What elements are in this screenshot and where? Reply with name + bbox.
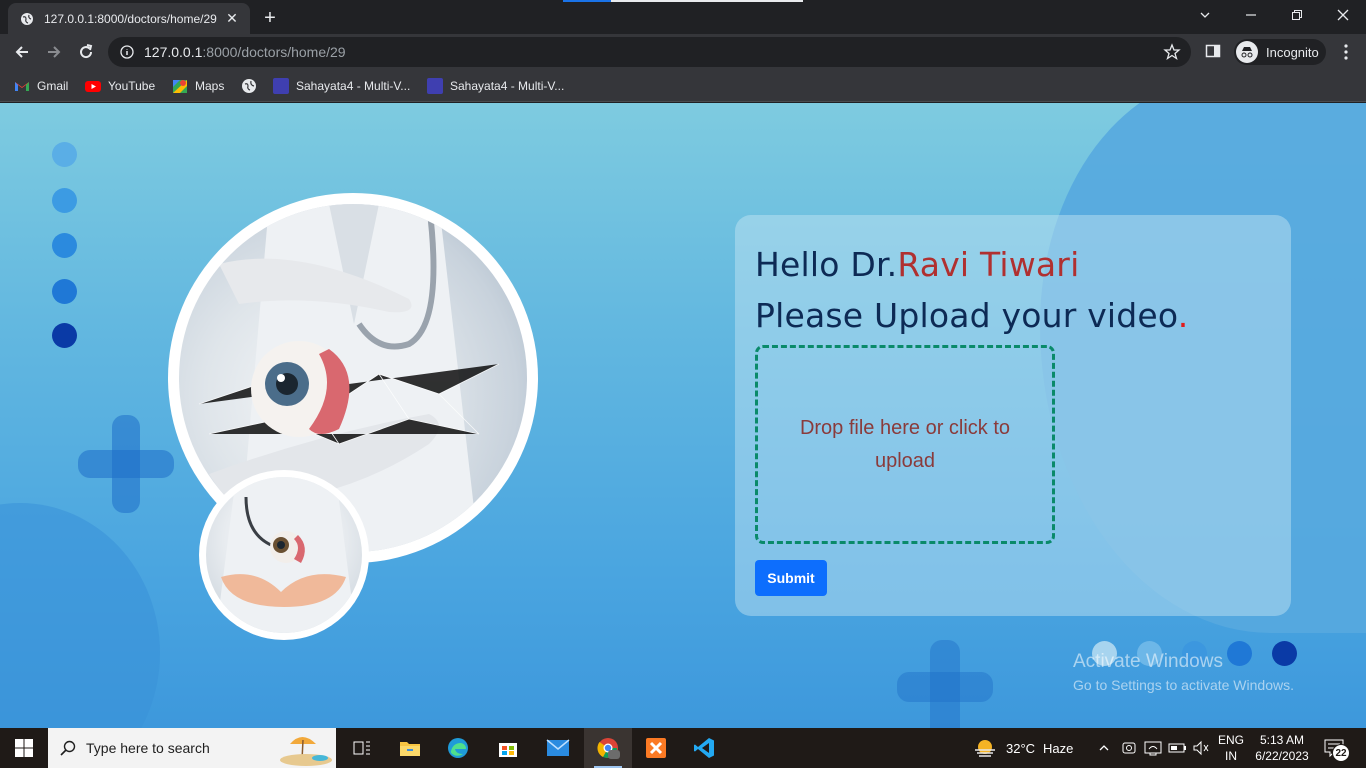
weather-temp: 32°C	[1006, 740, 1036, 756]
bookmark-label: Maps	[195, 79, 225, 93]
windows-taskbar: Type here to search 32°C Haze ENG IN 5:1…	[0, 728, 1366, 768]
bookmark-label: Gmail	[37, 79, 69, 93]
lang-region: IN	[1225, 749, 1237, 763]
microsoft-store-icon[interactable]	[484, 728, 532, 768]
mail-icon[interactable]	[534, 728, 582, 768]
search-highlight-icon	[272, 730, 332, 766]
sahayata-icon	[427, 78, 443, 94]
doctor-home-page: Hello Dr.Ravi Tiwari Please Upload your …	[0, 103, 1366, 728]
restore-icon[interactable]	[1274, 0, 1320, 30]
globe-icon	[241, 78, 257, 94]
upload-prompt: Please Upload your video	[755, 296, 1178, 335]
lang-code: ENG	[1217, 733, 1244, 747]
file-dropzone[interactable]: Drop file here or click to upload	[755, 345, 1055, 544]
search-icon	[60, 740, 76, 756]
back-arrow-icon[interactable]	[10, 40, 34, 64]
greeting-line: Hello Dr.Ravi Tiwari	[755, 239, 1188, 290]
search-placeholder: Type here to search	[86, 740, 210, 756]
profile-label: Incognito	[1266, 44, 1319, 60]
decorative-dot	[52, 279, 77, 304]
vscode-icon[interactable]	[680, 728, 728, 768]
upload-prompt-line: Please Upload your video.	[755, 290, 1188, 341]
watermark-subtitle: Go to Settings to activate Windows.	[1073, 677, 1294, 693]
browser-tab[interactable]: 127.0.0.1:8000/doctors/home/29 ✕	[8, 3, 250, 34]
task-view-icon[interactable]	[338, 728, 386, 768]
maps-icon	[172, 78, 188, 94]
greeting-heading: Hello Dr.Ravi Tiwari Please Upload your …	[755, 239, 1188, 341]
bookmark-label: Sahayata4 - Multi-V...	[296, 79, 411, 93]
url-path: :8000/doctors/home/29	[202, 44, 346, 60]
tab-title: 127.0.0.1:8000/doctors/home/29	[44, 11, 217, 26]
volume-muted-icon[interactable]	[1192, 728, 1210, 768]
bookmark-label: YouTube	[108, 79, 156, 93]
bookmark-youtube[interactable]: YouTube	[85, 76, 155, 96]
camera-icon[interactable]	[1121, 728, 1137, 768]
notification-center-icon[interactable]: 22	[1322, 738, 1350, 762]
doctor-name: Ravi Tiwari	[897, 245, 1080, 284]
bookmark-sahayata-2[interactable]: Sahayata4 - Multi-V...	[427, 76, 564, 96]
bookmark-globe[interactable]	[241, 76, 264, 96]
incognito-icon	[1236, 41, 1258, 63]
youtube-icon	[85, 78, 101, 94]
url-host: 127.0.0.1	[144, 44, 203, 60]
tab-loading-indicator	[563, 0, 803, 2]
plus-icon[interactable]: +	[258, 6, 282, 30]
activate-windows-watermark: Activate Windows Go to Settings to activ…	[1073, 651, 1294, 693]
weather-widget[interactable]: 32°C Haze	[972, 728, 1073, 768]
xampp-icon[interactable]	[632, 728, 680, 768]
info-icon[interactable]	[120, 45, 134, 59]
close-tab-icon[interactable]: ✕	[224, 10, 240, 27]
bookmark-sahayata-1[interactable]: Sahayata4 - Multi-V...	[273, 76, 410, 96]
upload-prompt-dot: .	[1177, 296, 1189, 335]
windows-start-icon[interactable]	[0, 728, 48, 768]
side-panel-icon[interactable]	[1205, 43, 1223, 61]
file-explorer-icon[interactable]	[386, 728, 434, 768]
chrome-incognito-icon[interactable]	[584, 728, 632, 768]
decorative-dot	[52, 142, 77, 167]
bookmark-star-icon[interactable]	[1163, 43, 1181, 61]
edge-browser-icon[interactable]	[434, 728, 482, 768]
minimize-icon[interactable]	[1228, 0, 1274, 30]
globe-icon	[20, 12, 34, 26]
more-menu-icon[interactable]	[1336, 42, 1356, 62]
browser-tab-strip: 127.0.0.1:8000/doctors/home/29 ✕ +	[0, 0, 1366, 34]
gmail-icon	[14, 78, 30, 94]
taskbar-clock[interactable]: 5:13 AM 6/22/2023	[1252, 732, 1312, 764]
decorative-dot	[52, 323, 77, 348]
incognito-profile-button[interactable]: Incognito	[1234, 39, 1326, 65]
forward-arrow-icon[interactable]	[42, 40, 66, 64]
clock-date: 6/22/2023	[1255, 749, 1309, 763]
eye-hands-photo	[199, 470, 369, 640]
network-icon[interactable]	[1144, 728, 1162, 768]
sahayata-icon	[273, 78, 289, 94]
bookmarks-bar: Gmail YouTube Maps Sahayata4 - Multi-V..…	[0, 70, 1366, 102]
taskbar-search-box[interactable]: Type here to search	[48, 728, 336, 768]
address-bar[interactable]: 127.0.0.1:8000/doctors/home/29	[108, 37, 1191, 67]
bookmark-gmail[interactable]: Gmail	[14, 76, 68, 96]
weather-desc: Haze	[1043, 740, 1074, 756]
haze-icon	[972, 738, 998, 758]
bookmark-label: Sahayata4 - Multi-V...	[450, 79, 565, 93]
close-window-icon[interactable]	[1320, 0, 1366, 30]
decorative-dot	[52, 188, 77, 213]
language-indicator[interactable]: ENG IN	[1217, 732, 1245, 764]
background-blob	[0, 503, 160, 728]
clock-time: 5:13 AM	[1259, 733, 1305, 747]
submit-button[interactable]: Submit	[755, 560, 827, 596]
dropzone-text: Drop file here or click to upload	[799, 416, 1011, 472]
chevron-down-icon[interactable]	[1182, 0, 1228, 30]
notification-badge: 22	[1332, 744, 1350, 762]
watermark-title: Activate Windows	[1073, 651, 1223, 672]
reload-icon[interactable]	[74, 40, 98, 64]
battery-icon[interactable]	[1168, 728, 1188, 768]
url-text: 127.0.0.1:8000/doctors/home/29	[144, 44, 346, 60]
show-hidden-icons-icon[interactable]	[1098, 728, 1110, 768]
bookmark-maps[interactable]: Maps	[172, 76, 224, 96]
greeting-prefix: Hello Dr.	[755, 245, 898, 284]
upload-card: Hello Dr.Ravi Tiwari Please Upload your …	[735, 215, 1291, 616]
browser-toolbar: 127.0.0.1:8000/doctors/home/29 Incognito	[0, 34, 1366, 70]
decorative-dot	[52, 233, 77, 258]
